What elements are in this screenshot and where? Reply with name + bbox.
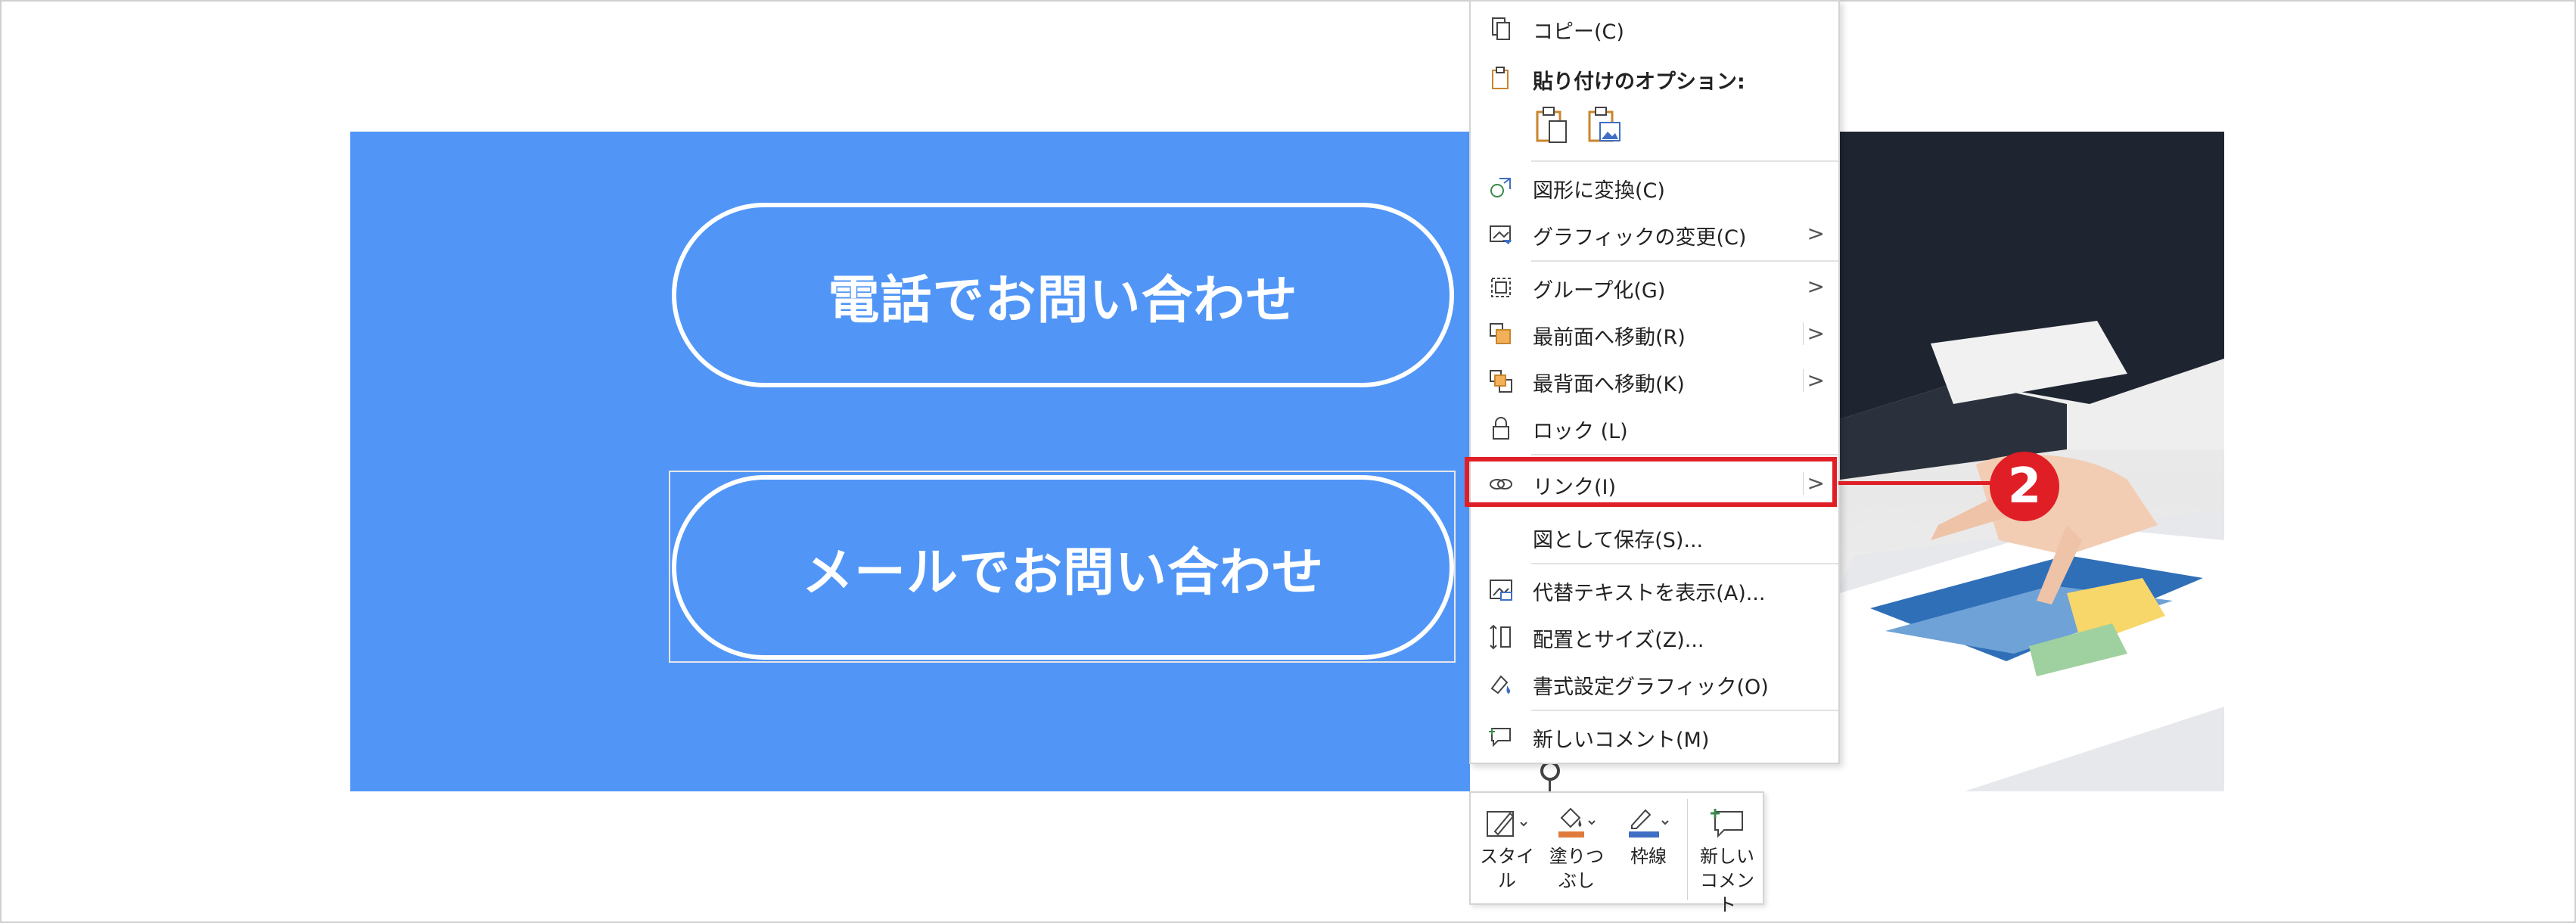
new-comment-icon xyxy=(1692,802,1763,844)
selection-box xyxy=(669,471,1456,663)
link-item-highlight xyxy=(1465,457,1837,507)
new-comment-button[interactable]: 新しい コメント xyxy=(1692,802,1763,917)
split-divider xyxy=(1803,369,1804,392)
format-graphic-icon xyxy=(1487,670,1515,698)
phone-contact-button[interactable]: 電話でお問い合わせ xyxy=(672,203,1454,387)
callout-line xyxy=(1838,481,1994,485)
convert-shape-icon xyxy=(1487,174,1515,201)
context-menu: コピー(C) 貼り付けのオプション: 図形に変換(C) グラフィックの変更(C)… xyxy=(1469,0,1840,764)
menu-item-send-to-back[interactable]: 最背面へ移動(K) > xyxy=(1471,357,1838,404)
new-comment-icon xyxy=(1487,723,1515,751)
send-back-icon xyxy=(1487,368,1515,395)
style-icon xyxy=(1477,802,1537,844)
menu-item-size-position[interactable]: 配置とサイズ(Z)... xyxy=(1471,613,1838,660)
outline-button[interactable]: 枠線 xyxy=(1616,802,1681,869)
menu-item-group[interactable]: グループ化(G) > xyxy=(1471,263,1838,310)
paste-options-header: 貼り付けのオプション: xyxy=(1471,54,1838,101)
paste-options-row xyxy=(1533,104,1684,157)
menu-item-lock[interactable]: ロック (L) xyxy=(1471,404,1838,451)
paste-keep-icon[interactable] xyxy=(1533,104,1571,148)
toolbar-divider xyxy=(1687,799,1688,900)
chevron-right-icon: > xyxy=(1807,221,1825,246)
lock-icon xyxy=(1487,415,1515,442)
fill-bucket-icon xyxy=(1546,802,1607,844)
split-divider xyxy=(1803,322,1804,345)
paste-icon xyxy=(1487,65,1515,92)
menu-item-change-graphic[interactable]: グラフィックの変更(C) > xyxy=(1471,210,1838,257)
paste-picture-icon[interactable] xyxy=(1585,104,1623,148)
menu-item-convert-shape[interactable]: 図形に変換(C) xyxy=(1471,163,1838,210)
group-icon xyxy=(1487,274,1515,301)
alt-text-icon xyxy=(1487,576,1515,604)
style-button[interactable]: スタイル xyxy=(1477,802,1537,893)
size-position-icon xyxy=(1487,623,1515,651)
chevron-right-icon: > xyxy=(1807,274,1825,299)
bring-front-icon xyxy=(1487,321,1515,348)
chevron-right-icon[interactable]: > xyxy=(1807,321,1825,346)
menu-item-format-graphic[interactable]: 書式設定グラフィック(O) xyxy=(1471,660,1838,707)
menu-separator xyxy=(1531,260,1838,262)
change-graphic-icon xyxy=(1487,221,1515,248)
menu-separator xyxy=(1531,710,1838,711)
menu-separator xyxy=(1531,160,1838,162)
menu-separator xyxy=(1531,454,1838,455)
mini-toolbar: スタイル 塗りつ ぶし 枠線 新しい コメント xyxy=(1469,791,1764,915)
copy-icon xyxy=(1487,15,1515,42)
menu-item-save-as-picture[interactable]: 図として保存(S)... xyxy=(1471,513,1838,560)
chevron-right-icon[interactable]: > xyxy=(1807,368,1825,393)
menu-separator xyxy=(1531,563,1838,564)
step-badge: 2 xyxy=(1990,452,2059,521)
menu-item-bring-to-front[interactable]: 最前面へ移動(R) > xyxy=(1471,310,1838,357)
menu-item-copy[interactable]: コピー(C) xyxy=(1471,5,1838,51)
menu-item-alt-text[interactable]: 代替テキストを表示(A)... xyxy=(1471,566,1838,613)
menu-item-new-comment[interactable]: 新しいコメント(M) xyxy=(1471,713,1838,760)
outline-pen-icon xyxy=(1616,802,1681,844)
fill-button[interactable]: 塗りつ ぶし xyxy=(1546,802,1607,893)
